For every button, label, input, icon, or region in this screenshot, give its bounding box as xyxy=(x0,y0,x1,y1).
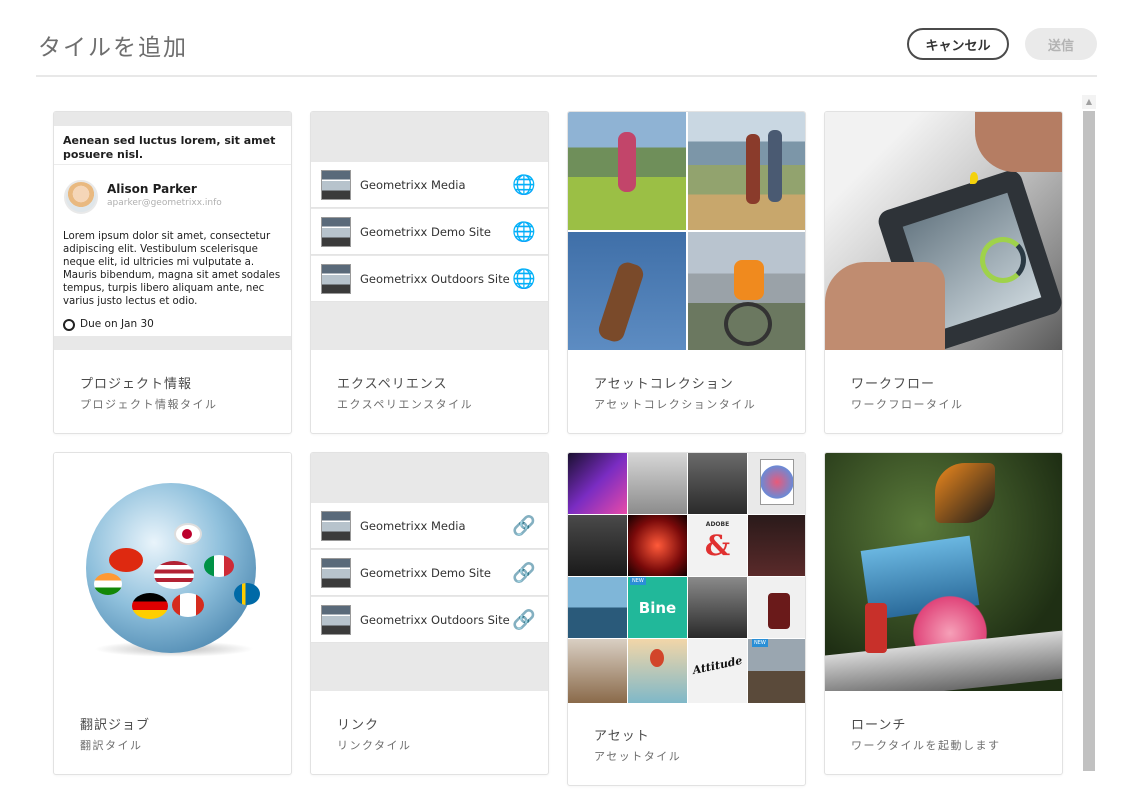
asset-thumb xyxy=(568,577,627,638)
tile-subtitle: ワークタイルを起動します xyxy=(851,739,1001,752)
tile-title: ワークフロー xyxy=(851,377,936,392)
site-name: Geometrixx Outdoors Site xyxy=(360,613,510,627)
tile-subtitle: リンクタイル xyxy=(337,739,412,752)
site-thumbnail xyxy=(321,217,351,247)
project-heading: Aenean sed luctus lorem, sit amet posuer… xyxy=(63,134,276,161)
photo-runner xyxy=(568,112,686,230)
photo-jumper xyxy=(568,232,686,350)
site-name: Geometrixx Demo Site xyxy=(360,566,491,580)
cancel-button[interactable]: キャンセル xyxy=(907,28,1009,60)
asset-thumb xyxy=(628,515,687,576)
workflow-preview xyxy=(825,112,1062,350)
user-name: Alison Parker xyxy=(107,182,197,196)
scroll-thumb[interactable] xyxy=(1083,111,1095,771)
asset-thumb xyxy=(628,453,687,514)
tile-subtitle: アセットタイル xyxy=(594,750,682,763)
avatar xyxy=(64,180,98,214)
list-item: Geometrixx Outdoors Site 🌐 xyxy=(311,256,548,302)
link-icon: 🔗 xyxy=(512,562,536,584)
site-thumbnail xyxy=(321,511,351,541)
tile-title: 翻訳ジョブ xyxy=(80,718,151,733)
tile-subtitle: 翻訳タイル xyxy=(80,739,143,752)
globe-icon: 🌐 xyxy=(512,174,536,196)
launch-preview xyxy=(825,453,1062,691)
link-icon: 🔗 xyxy=(512,609,536,631)
asset-label: ADOBE xyxy=(705,521,730,528)
asset-thumb: ADOBE & xyxy=(688,515,747,576)
asset-thumb xyxy=(628,639,687,703)
asset-thumb: Bine NEW xyxy=(628,577,687,638)
tile-project-info[interactable]: Aenean sed luctus lorem, sit amet posuer… xyxy=(53,111,292,434)
asset-thumb: NEW xyxy=(748,639,805,703)
asset-thumb xyxy=(688,453,747,514)
asset-thumb xyxy=(568,639,627,703)
photo-hikers xyxy=(688,112,805,230)
due-date: Due on Jan 30 xyxy=(80,318,154,330)
asset-thumb xyxy=(688,577,747,638)
site-thumbnail xyxy=(321,605,351,635)
assets-preview: ADOBE & Bine NEW Attitude NEW xyxy=(568,453,805,703)
site-name: Geometrixx Outdoors Site xyxy=(360,272,510,286)
send-button[interactable]: 送信 xyxy=(1025,28,1097,60)
asset-thumb xyxy=(568,515,627,576)
project-info-preview: Aenean sed luctus lorem, sit amet posuer… xyxy=(54,112,291,350)
tile-assets[interactable]: ADOBE & Bine NEW Attitude NEW アセット アセットタ… xyxy=(567,452,806,786)
asset-thumb: Attitude xyxy=(688,639,747,703)
tile-subtitle: アセットコレクションタイル xyxy=(594,398,757,411)
scrollbar[interactable]: ▲ xyxy=(1082,95,1096,792)
tile-links[interactable]: Geometrixx Media 🔗 Geometrixx Demo Site … xyxy=(310,452,549,775)
dialog-title: タイルを追加 xyxy=(38,35,188,61)
list-item: Geometrixx Outdoors Site 🔗 xyxy=(311,597,548,643)
tile-launch[interactable]: ローンチ ワークタイルを起動します xyxy=(824,452,1063,775)
site-thumbnail xyxy=(321,264,351,294)
dialog-header: タイルを追加 キャンセル 送信 xyxy=(36,0,1097,77)
asset-label: & xyxy=(704,529,731,562)
experience-preview: Geometrixx Media 🌐 Geometrixx Demo Site … xyxy=(311,112,548,350)
scroll-up-arrow-icon[interactable]: ▲ xyxy=(1082,95,1096,109)
user-email: aparker@geometrixx.info xyxy=(107,198,222,208)
tile-title: エクスペリエンス xyxy=(337,377,448,392)
site-thumbnail xyxy=(321,170,351,200)
tile-subtitle: プロジェクト情報タイル xyxy=(80,398,218,411)
list-item: Geometrixx Media 🌐 xyxy=(311,162,548,208)
tile-asset-collection[interactable]: アセットコレクション アセットコレクションタイル xyxy=(567,111,806,434)
asset-label: Bine xyxy=(638,599,677,617)
new-badge: NEW xyxy=(630,577,646,585)
new-badge: NEW xyxy=(752,639,768,647)
asset-label: Attitude xyxy=(691,653,744,678)
tile-experience[interactable]: Geometrixx Media 🌐 Geometrixx Demo Site … xyxy=(310,111,549,434)
list-item: Geometrixx Media 🔗 xyxy=(311,503,548,549)
asset-collection-preview xyxy=(568,112,805,350)
tile-title: アセットコレクション xyxy=(594,377,734,392)
site-name: Geometrixx Media xyxy=(360,519,466,533)
clock-icon xyxy=(63,319,75,331)
asset-thumb xyxy=(748,453,805,514)
tile-title: リンク xyxy=(337,718,380,733)
tile-title: ローンチ xyxy=(851,718,907,733)
photo-cyclist xyxy=(688,232,805,350)
translation-preview xyxy=(54,453,291,691)
project-description: Lorem ipsum dolor sit amet, consectetur … xyxy=(63,231,281,307)
list-item: Geometrixx Demo Site 🌐 xyxy=(311,209,548,255)
tile-title: アセット xyxy=(594,729,650,744)
list-item: Geometrixx Demo Site 🔗 xyxy=(311,550,548,596)
tile-title: プロジェクト情報 xyxy=(80,377,193,392)
site-name: Geometrixx Demo Site xyxy=(360,225,491,239)
links-preview: Geometrixx Media 🔗 Geometrixx Demo Site … xyxy=(311,453,548,691)
site-thumbnail xyxy=(321,558,351,588)
link-icon: 🔗 xyxy=(512,515,536,537)
globe-icon: 🌐 xyxy=(512,221,536,243)
asset-thumb xyxy=(748,577,805,638)
site-name: Geometrixx Media xyxy=(360,178,466,192)
tile-translation-job[interactable]: 翻訳ジョブ 翻訳タイル xyxy=(53,452,292,775)
asset-thumb xyxy=(568,453,627,514)
tile-subtitle: エクスペリエンスタイル xyxy=(337,398,474,411)
tile-subtitle: ワークフロータイル xyxy=(851,398,964,411)
globe-icon: 🌐 xyxy=(512,268,536,290)
tile-workflow[interactable]: ワークフロー ワークフロータイル xyxy=(824,111,1063,434)
asset-thumb xyxy=(748,515,805,576)
